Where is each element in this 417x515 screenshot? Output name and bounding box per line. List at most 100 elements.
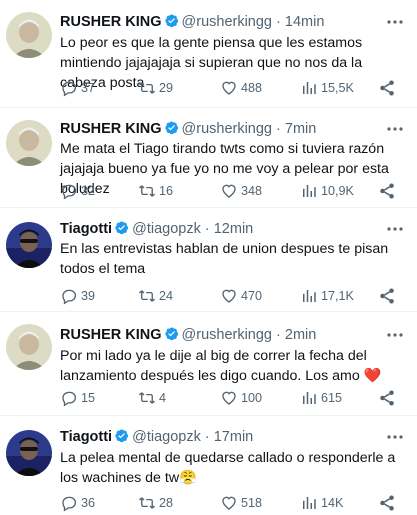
verified-badge-icon: [164, 327, 178, 341]
views-button[interactable]: 10,9K: [300, 181, 354, 201]
share-icon: [380, 80, 394, 96]
author-handle[interactable]: @tiagopzk: [132, 429, 201, 445]
avatar-rusher-king[interactable]: [6, 324, 52, 370]
separator-dot: ·: [276, 121, 281, 137]
author-name[interactable]: RUSHER KING: [60, 327, 162, 343]
like-button[interactable]: 488: [220, 78, 262, 98]
heart-icon: [222, 289, 236, 303]
retweet-count: 4: [159, 391, 167, 405]
more-options-icon[interactable]: [387, 19, 403, 25]
timestamp[interactable]: 2min: [285, 327, 316, 343]
retweet-icon: [139, 82, 155, 94]
retweet-button[interactable]: 28: [138, 493, 173, 513]
like-count: 470: [241, 289, 263, 303]
more-options-icon[interactable]: [387, 434, 403, 440]
heart-icon: [222, 496, 236, 510]
more-options-icon[interactable]: [387, 332, 403, 338]
like-count: 100: [241, 391, 263, 405]
views-button[interactable]: 17,1K: [300, 286, 354, 306]
avatar-rusher-king[interactable]: [6, 12, 52, 58]
share-icon: [380, 183, 394, 199]
tweet[interactable]: Tiagotti @tiagopzk · 12min En las entrevi…: [0, 208, 417, 312]
views-count: 14K: [321, 496, 344, 510]
share-icon: [380, 495, 394, 511]
reply-button[interactable]: 15: [60, 388, 95, 408]
author-handle[interactable]: @tiagopzk: [132, 221, 201, 237]
share-button[interactable]: [378, 493, 399, 513]
tweet[interactable]: RUSHER KING @rusherkingg · 14min Lo peor …: [0, 0, 417, 108]
share-button[interactable]: [378, 286, 399, 306]
separator-dot: ·: [204, 429, 210, 445]
reply-button[interactable]: 36: [60, 493, 95, 513]
separator-dot: ·: [276, 14, 281, 30]
reply-count: 39: [81, 289, 96, 303]
share-button[interactable]: [378, 181, 399, 201]
like-count: 348: [241, 184, 263, 198]
views-count: 15,5K: [321, 81, 354, 95]
share-icon: [380, 288, 394, 304]
retweet-button[interactable]: 4: [138, 388, 166, 408]
avatar-tiagotti[interactable]: [6, 222, 52, 268]
share-button[interactable]: [378, 78, 399, 98]
author-name[interactable]: RUSHER KING: [60, 14, 162, 30]
views-button[interactable]: 15,5K: [300, 78, 354, 98]
avatar-tiagotti[interactable]: [6, 430, 52, 476]
verified-badge-icon: [115, 429, 129, 443]
tweet-actions: 37 29 488 15,5K: [60, 78, 410, 98]
views-icon: [303, 290, 316, 302]
reply-icon: [62, 496, 77, 512]
author-name[interactable]: Tiagotti: [60, 221, 112, 237]
timestamp[interactable]: 14min: [285, 14, 325, 30]
like-button[interactable]: 470: [220, 286, 262, 306]
tweet-text: En las entrevistas hablan de union despu…: [60, 241, 389, 277]
retweet-button[interactable]: 29: [138, 78, 173, 98]
heart-icon: [222, 81, 236, 95]
heart-icon: [222, 184, 236, 198]
timestamp[interactable]: 17min: [214, 429, 254, 445]
reply-icon: [62, 81, 77, 97]
views-button[interactable]: 615: [300, 388, 342, 408]
views-icon: [303, 392, 316, 404]
author-handle[interactable]: @rusherkingg: [182, 14, 272, 30]
tweet-actions: 39 24 470 17,1K: [60, 286, 410, 306]
tweet-actions: 32 16 348 10,9K: [60, 181, 410, 201]
reply-button[interactable]: 32: [60, 181, 95, 201]
author-handle[interactable]: @rusherkingg: [182, 327, 272, 343]
retweet-count: 24: [159, 289, 174, 303]
tweet[interactable]: RUSHER KING @rusherkingg · 7min Me mata e…: [0, 108, 417, 208]
timestamp[interactable]: 7min: [285, 121, 316, 137]
avatar-rusher-king[interactable]: [6, 120, 52, 166]
heart-icon: [222, 391, 236, 405]
tweet-text: Por mi lado ya le dije al big de correr …: [60, 348, 382, 384]
separator-dot: ·: [204, 221, 210, 237]
share-icon: [380, 390, 394, 406]
tweet[interactable]: RUSHER KING @rusherkingg · 2min Por mi la…: [0, 312, 417, 416]
retweet-count: 16: [159, 184, 174, 198]
like-count: 518: [241, 496, 263, 510]
more-options-icon[interactable]: [387, 126, 403, 132]
retweet-button[interactable]: 24: [138, 286, 173, 306]
retweet-button[interactable]: 16: [138, 181, 173, 201]
more-options-icon[interactable]: [387, 226, 403, 232]
verified-badge-icon: [115, 221, 129, 235]
retweet-icon: [139, 392, 155, 404]
author-name[interactable]: Tiagotti: [60, 429, 112, 445]
retweet-count: 29: [159, 81, 174, 95]
like-button[interactable]: 518: [220, 493, 262, 513]
retweet-icon: [139, 497, 155, 509]
like-button[interactable]: 348: [220, 181, 262, 201]
like-button[interactable]: 100: [220, 388, 262, 408]
retweet-icon: [139, 185, 155, 197]
reply-button[interactable]: 39: [60, 286, 95, 306]
share-button[interactable]: [378, 388, 399, 408]
reply-count: 36: [81, 496, 96, 510]
retweet-icon: [139, 290, 155, 302]
tweet[interactable]: Tiagotti @tiagopzk · 17min La pelea menta…: [0, 416, 417, 515]
views-count: 615: [321, 391, 343, 405]
reply-count: 37: [81, 81, 96, 95]
reply-button[interactable]: 37: [60, 78, 95, 98]
timestamp[interactable]: 12min: [214, 221, 254, 237]
views-button[interactable]: 14K: [300, 493, 343, 513]
author-name[interactable]: RUSHER KING: [60, 121, 162, 137]
author-handle[interactable]: @rusherkingg: [182, 121, 272, 137]
